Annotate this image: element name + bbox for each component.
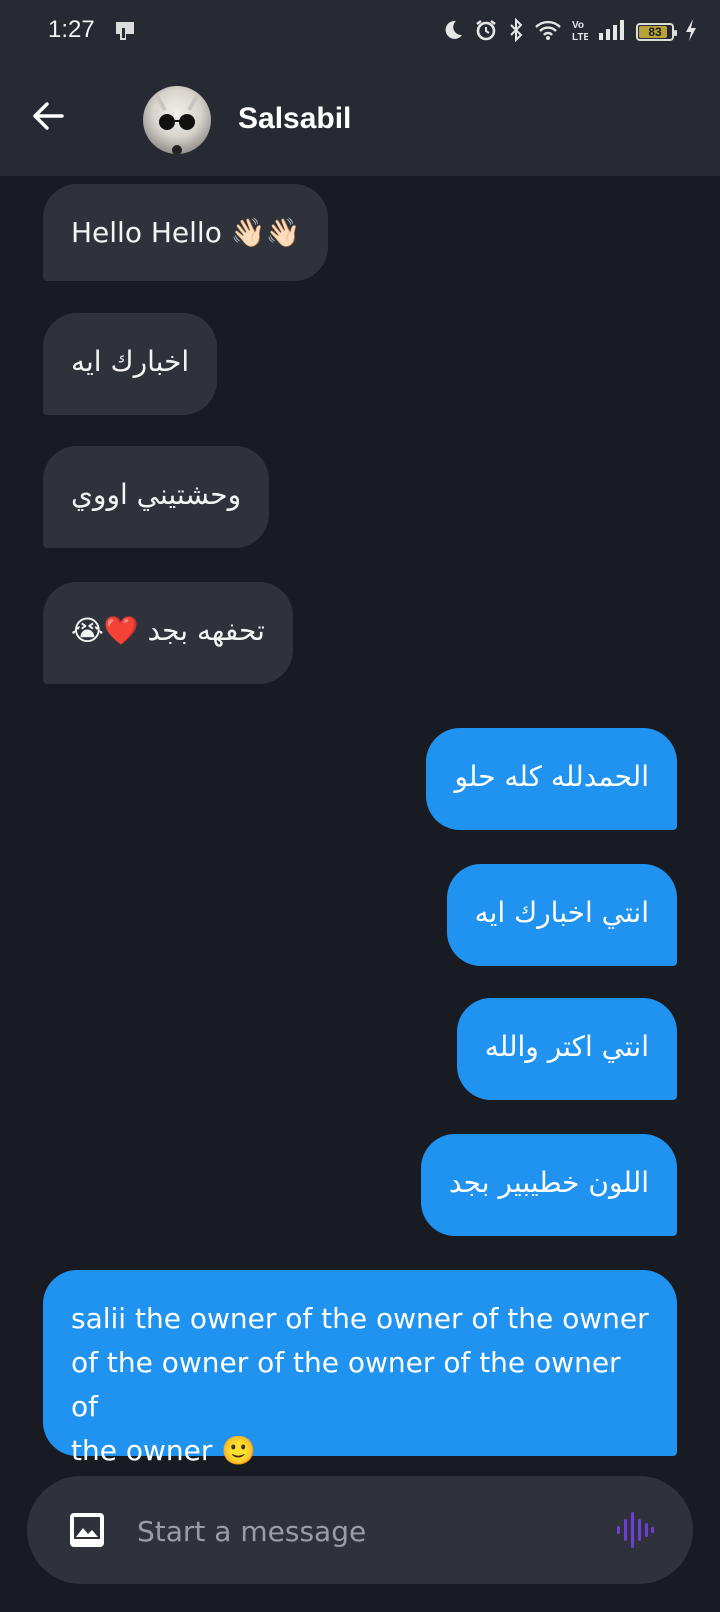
message-bubble-outgoing[interactable]: انتي اخبارك ايه	[446, 864, 677, 966]
contact-name[interactable]: Salsabil	[238, 102, 351, 136]
svg-text:Vo: Vo	[572, 20, 584, 31]
message-input[interactable]	[135, 1500, 609, 1562]
message-bubble-incoming[interactable]: وحشتيني اووي	[43, 446, 270, 548]
charging-icon	[684, 18, 698, 46]
back-button[interactable]	[26, 96, 70, 140]
message-list[interactable]: Hello Hello 👋🏻👋🏻 اخبارك ايه وحشتيني اووي…	[0, 176, 720, 1467]
volte-icon: Vo LTE	[572, 18, 590, 46]
alarm-icon	[474, 18, 498, 46]
arrow-left-icon	[30, 98, 66, 138]
image-icon[interactable]	[67, 1510, 107, 1550]
bluetooth-icon	[508, 17, 524, 46]
message-bubble-outgoing[interactable]: انتي اكتر والله	[456, 998, 677, 1100]
battery-indicator: 83	[636, 23, 677, 41]
signal-icon	[598, 19, 626, 45]
chat-header: Salsabil	[0, 64, 720, 176]
message-bubble-outgoing[interactable]: الحمدلله كله حلو	[426, 728, 677, 830]
notification-app-icon	[114, 20, 136, 46]
message-bubble-outgoing[interactable]: salii the owner of the owner of the owne…	[43, 1270, 677, 1467]
status-icons: Vo LTE 83	[442, 17, 698, 46]
status-bar: 1:27 Vo LTE 83	[0, 0, 720, 64]
battery-level: 83	[648, 25, 662, 39]
wifi-icon	[534, 19, 562, 45]
message-bubble-incoming[interactable]: اخبارك ايه	[43, 313, 218, 415]
message-bubble-incoming[interactable]: Hello Hello 👋🏻👋🏻	[43, 184, 329, 281]
voice-waveform-icon[interactable]	[615, 1510, 655, 1550]
svg-text:LTE: LTE	[572, 32, 588, 42]
moon-icon	[442, 19, 464, 45]
message-bubble-outgoing[interactable]: اللون خطيبير بجد	[420, 1134, 677, 1236]
status-time: 1:27	[48, 16, 95, 43]
message-bubble-incoming[interactable]: تحفهه بجد ❤️😭	[43, 582, 293, 684]
avatar[interactable]	[143, 86, 211, 154]
message-composer	[27, 1476, 693, 1584]
